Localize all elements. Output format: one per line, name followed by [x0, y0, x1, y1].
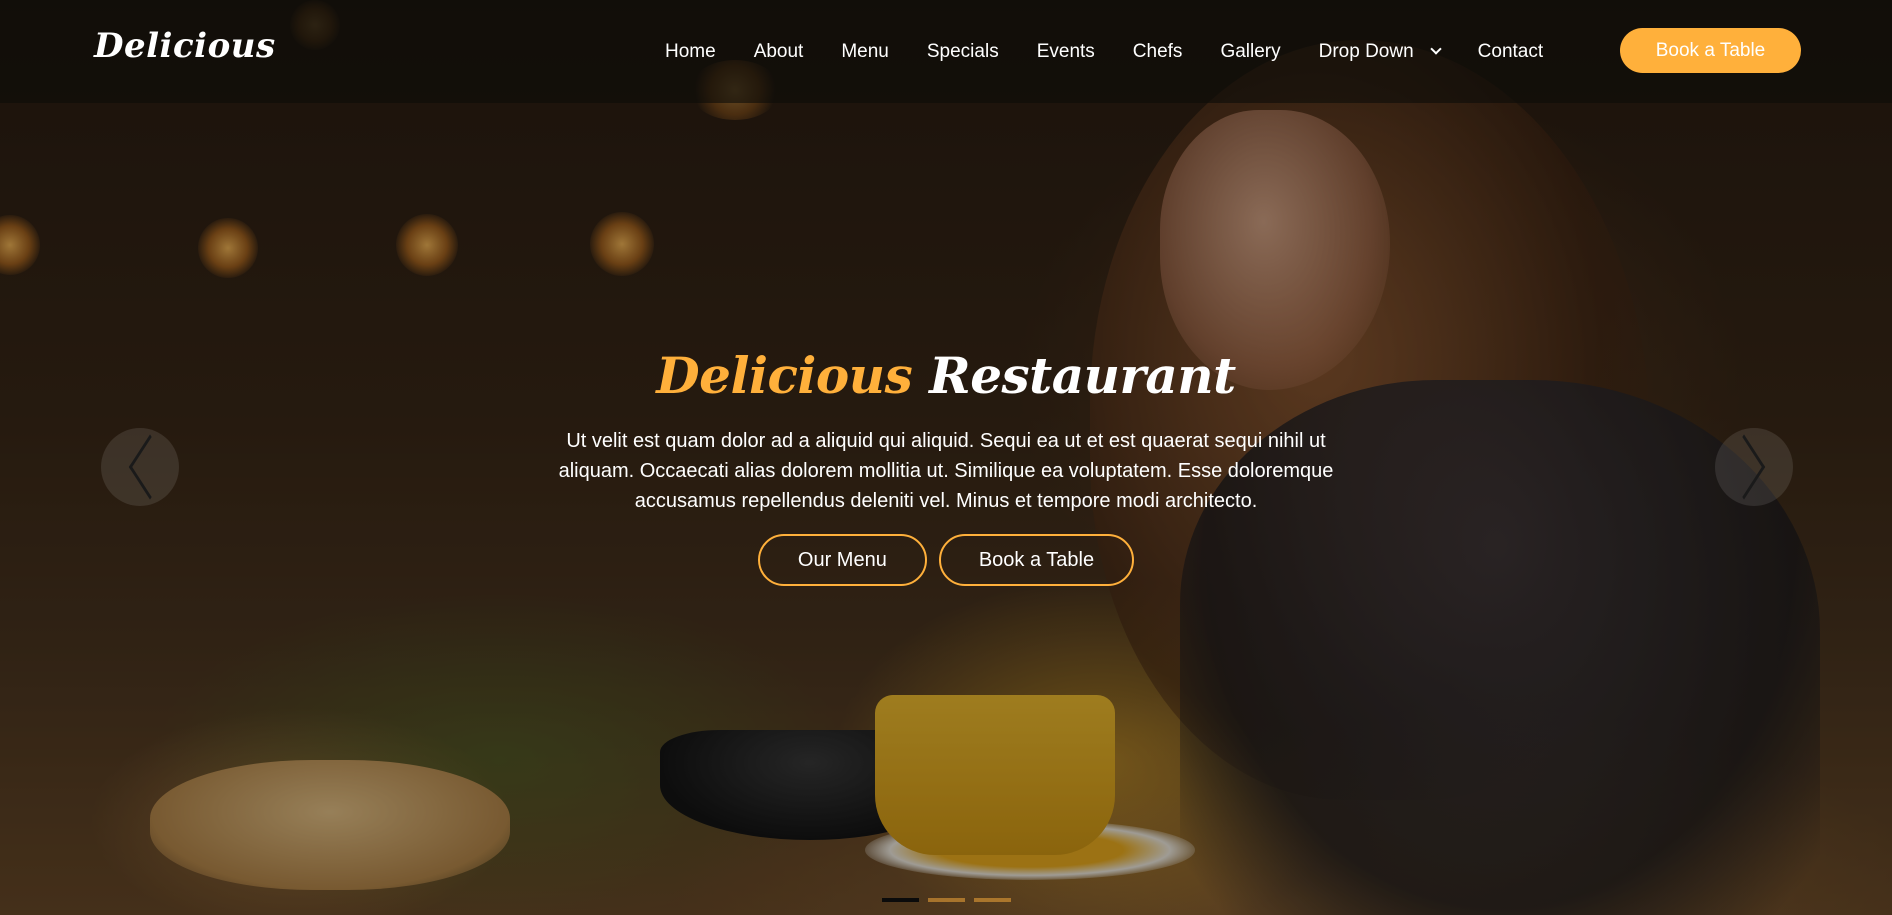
nav-item-events[interactable]: Events [1018, 41, 1114, 63]
site-logo[interactable]: Delicious [94, 26, 276, 66]
carousel-indicator-1[interactable] [881, 898, 919, 902]
hero-title-main: Restaurant [929, 346, 1236, 405]
hero-buttons: Our Menu Book a Table [0, 534, 1892, 586]
nav-item-specials[interactable]: Specials [908, 41, 1018, 63]
hero-title: Delicious Restaurant [0, 346, 1892, 405]
our-menu-button[interactable]: Our Menu [757, 534, 927, 586]
hero-description: Ut velit est quam dolor ad a aliquid qui… [558, 430, 1334, 512]
main-nav: Home About Menu Specials Events Chefs Ga… [646, 0, 1562, 103]
chevron-left-icon [128, 434, 172, 500]
chevron-right-icon [1722, 434, 1766, 500]
nav-item-gallery[interactable]: Gallery [1201, 41, 1299, 63]
hero-book-table-button[interactable]: Book a Table [938, 534, 1135, 586]
nav-item-menu[interactable]: Menu [822, 41, 908, 63]
nav-item-contact[interactable]: Contact [1459, 41, 1562, 63]
carousel-next-button[interactable] [1715, 428, 1793, 506]
book-table-button[interactable]: Book a Table [1620, 28, 1801, 73]
carousel-indicator-3[interactable] [973, 898, 1011, 902]
nav-item-chefs[interactable]: Chefs [1114, 41, 1202, 63]
carousel-indicator-2[interactable] [927, 898, 965, 902]
carousel-indicators [0, 898, 1892, 902]
nav-item-dropdown-label: Drop Down [1318, 40, 1414, 62]
carousel-prev-button[interactable] [101, 428, 179, 506]
hero-title-accent: Delicious [656, 346, 913, 405]
chevron-down-icon [1430, 42, 1442, 55]
nav-item-about[interactable]: About [735, 41, 823, 63]
site-header: Delicious Home About Menu Specials Event… [0, 0, 1892, 103]
nav-item-home[interactable]: Home [646, 41, 735, 63]
nav-item-dropdown[interactable]: Drop Down [1300, 41, 1459, 63]
